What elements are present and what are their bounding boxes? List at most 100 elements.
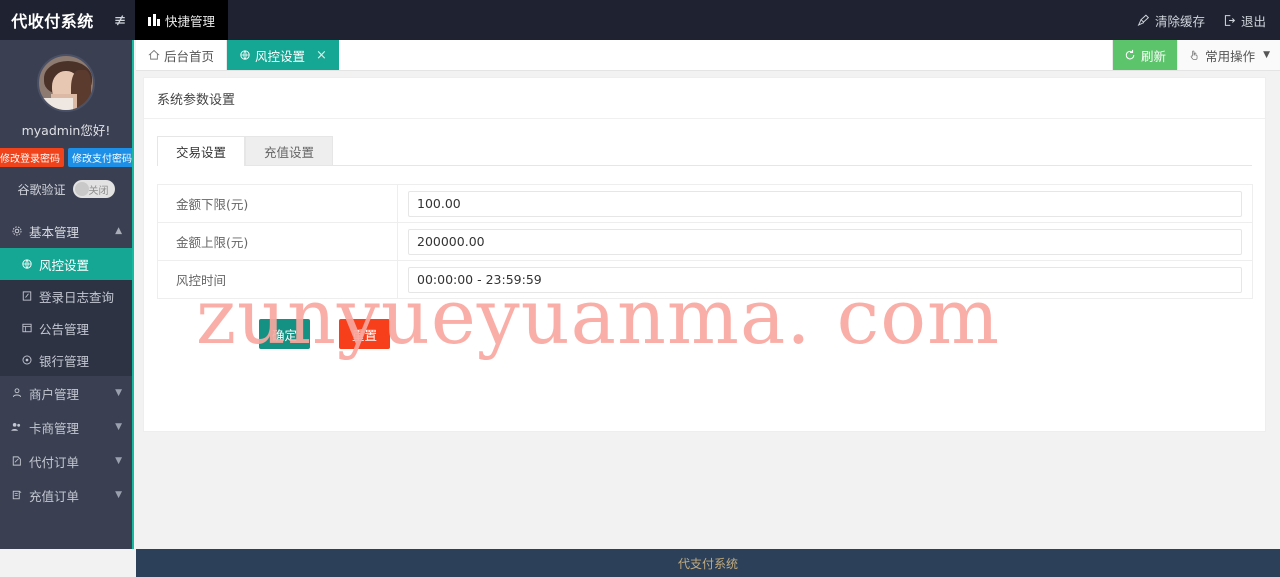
sidebar-item-bank-label: 银行管理 [39, 353, 90, 369]
refresh-label: 刷新 [1141, 48, 1167, 64]
sidebar-item-recharge-orders[interactable]: 充值订单 ▼ [0, 478, 132, 512]
sidebar-item-payout-orders-label: 代付订单 [29, 454, 80, 470]
announcement-icon [20, 322, 33, 334]
sidebar-group-basic-management[interactable]: 基本管理 ▲ [0, 214, 132, 248]
user-profile: myadmin您好! 修改登录密码 修改支付密码 谷歌验证 关闭 [0, 40, 132, 198]
field-label-risk-time: 风控时间 [157, 260, 398, 299]
avatar [37, 54, 95, 112]
google-auth-toggle[interactable]: 关闭 [72, 180, 115, 198]
sidebar-item-card-dealer-management[interactable]: 卡商管理 ▼ [0, 410, 132, 444]
tab-home[interactable]: 后台首页 [136, 40, 228, 70]
home-icon [148, 49, 160, 60]
tab-risk-settings-label: 风控设置 [255, 48, 306, 64]
sidebar-item-bank[interactable]: 银行管理 [0, 344, 132, 376]
change-login-password-button[interactable]: 修改登录密码 [0, 148, 64, 167]
logout-label: 退出 [1240, 13, 1266, 29]
google-auth-state: 关闭 [88, 185, 109, 197]
users-icon [10, 421, 23, 433]
form-tabs: 交易设置 充值设置 [157, 135, 1252, 166]
menu-collapse-icon: ≢ [113, 10, 127, 29]
reset-button[interactable]: 重置 [339, 319, 391, 349]
chevron-down-icon: ▼ [1263, 50, 1270, 60]
form-actions: 确定 重置 [157, 319, 1252, 349]
logout-icon [1224, 14, 1236, 26]
sidebar-collapse-button[interactable]: ≢ [105, 0, 135, 40]
sidebar-item-risk-settings-label: 风控设置 [39, 257, 90, 273]
tabs-underline [157, 165, 1252, 166]
panel-body: 交易设置 充值设置 金额下限(元) 金额上限(元) [144, 119, 1265, 349]
sidebar-item-announcement-label: 公告管理 [39, 321, 90, 337]
sidebar-item-risk-settings[interactable]: 风控设置 [0, 248, 132, 280]
tab-recharge-settings[interactable]: 充值设置 [245, 136, 334, 166]
sidebar-item-card-dealer-management-label: 卡商管理 [29, 420, 80, 436]
tab-bar: 后台首页 风控设置 × 刷新 常用操作 ▼ [136, 40, 1280, 71]
content-area: 系统参数设置 交易设置 充值设置 金额下限(元) 金额上限(元) [136, 71, 1280, 549]
globe-icon [240, 50, 250, 60]
panel-title: 系统参数设置 [144, 78, 1265, 119]
chevron-down-icon: ▼ [115, 388, 122, 398]
table-row: 金额下限(元) [157, 184, 1253, 223]
hand-pointer-icon [1190, 50, 1198, 60]
common-operations-label: 常用操作 [1205, 48, 1256, 64]
quick-manage-label: 快捷管理 [165, 13, 216, 29]
refresh-icon [1125, 49, 1135, 60]
common-operations-button[interactable]: 常用操作 ▼ [1177, 40, 1280, 70]
toggle-knob [74, 182, 89, 196]
sidebar: myadmin您好! 修改登录密码 修改支付密码 谷歌验证 关闭 基本管理 ▲ [0, 40, 134, 577]
sidebar-item-recharge-orders-label: 充值订单 [29, 488, 80, 504]
app-brand: 代收付系统 [11, 12, 94, 31]
order-icon [10, 455, 23, 467]
min-amount-input[interactable] [408, 190, 1242, 217]
logout-button[interactable]: 退出 [1223, 11, 1266, 30]
table-row: 风控时间 [157, 260, 1253, 299]
table-row: 金额上限(元) [157, 222, 1253, 261]
field-label-max-amount: 金额上限(元) [157, 222, 398, 261]
clear-cache-label: 清除缓存 [1154, 13, 1205, 29]
clear-cache-button[interactable]: 清除缓存 [1137, 11, 1205, 30]
header-actions: 清除缓存 退出 [1137, 11, 1280, 30]
password-buttons: 修改登录密码 修改支付密码 [0, 148, 132, 167]
bars-icon [148, 14, 160, 26]
log-icon [20, 290, 33, 302]
tab-bar-actions: 刷新 常用操作 ▼ [1113, 40, 1280, 70]
confirm-button[interactable]: 确定 [259, 319, 311, 349]
change-pay-password-button[interactable]: 修改支付密码 [68, 148, 132, 167]
broom-icon [1137, 14, 1150, 26]
sidebar-menu: 基本管理 ▲ 风控设置 登录日志查询 公告管理 银行管理 商户管理 ▼ 卡商管理… [0, 214, 132, 512]
username-greeting: myadmin您好! [21, 123, 111, 138]
risk-time-input[interactable] [408, 266, 1242, 293]
tab-close-icon[interactable]: × [316, 48, 327, 63]
gear-icon [10, 225, 23, 237]
user-icon [10, 387, 23, 399]
sidebar-item-payout-orders[interactable]: 代付订单 ▼ [0, 444, 132, 478]
sidebar-item-merchant-management[interactable]: 商户管理 ▼ [0, 376, 132, 410]
top-header: 代收付系统 ≢ 快捷管理 清除缓存 退出 [0, 0, 1280, 40]
refresh-button[interactable]: 刷新 [1113, 40, 1178, 70]
tab-transaction-settings[interactable]: 交易设置 [157, 136, 246, 166]
footer-left-spacer [0, 549, 136, 577]
chevron-up-icon: ▲ [115, 226, 122, 236]
sidebar-item-login-log-label: 登录日志查询 [39, 289, 115, 305]
sidebar-item-merchant-management-label: 商户管理 [29, 386, 80, 402]
tab-bar-filler [338, 40, 1114, 70]
tab-home-label: 后台首页 [164, 48, 215, 64]
recharge-icon [10, 489, 23, 501]
sidebar-group-basic-management-label: 基本管理 [29, 224, 80, 240]
settings-panel: 系统参数设置 交易设置 充值设置 金额下限(元) 金额上限(元) [143, 77, 1266, 432]
field-label-min-amount: 金额下限(元) [157, 184, 398, 223]
chevron-down-icon: ▼ [115, 490, 122, 500]
sidebar-item-login-log[interactable]: 登录日志查询 [0, 280, 132, 312]
chevron-down-icon: ▼ [115, 422, 122, 432]
sidebar-item-announcement[interactable]: 公告管理 [0, 312, 132, 344]
bank-icon [20, 354, 33, 366]
footer: 代支付系统 [136, 549, 1280, 577]
google-auth-row: 谷歌验证 关闭 [0, 180, 132, 198]
globe-icon [20, 258, 33, 270]
max-amount-input[interactable] [408, 228, 1242, 255]
google-auth-label: 谷歌验证 [17, 182, 66, 197]
quick-manage-nav-item[interactable]: 快捷管理 [135, 0, 229, 40]
tab-risk-settings[interactable]: 风控设置 × [227, 40, 339, 70]
settings-form-table: 金额下限(元) 金额上限(元) 风控时间 [157, 184, 1253, 299]
chevron-down-icon: ▼ [115, 456, 122, 466]
sidebar-submenu-basic-management: 风控设置 登录日志查询 公告管理 银行管理 [0, 248, 132, 376]
